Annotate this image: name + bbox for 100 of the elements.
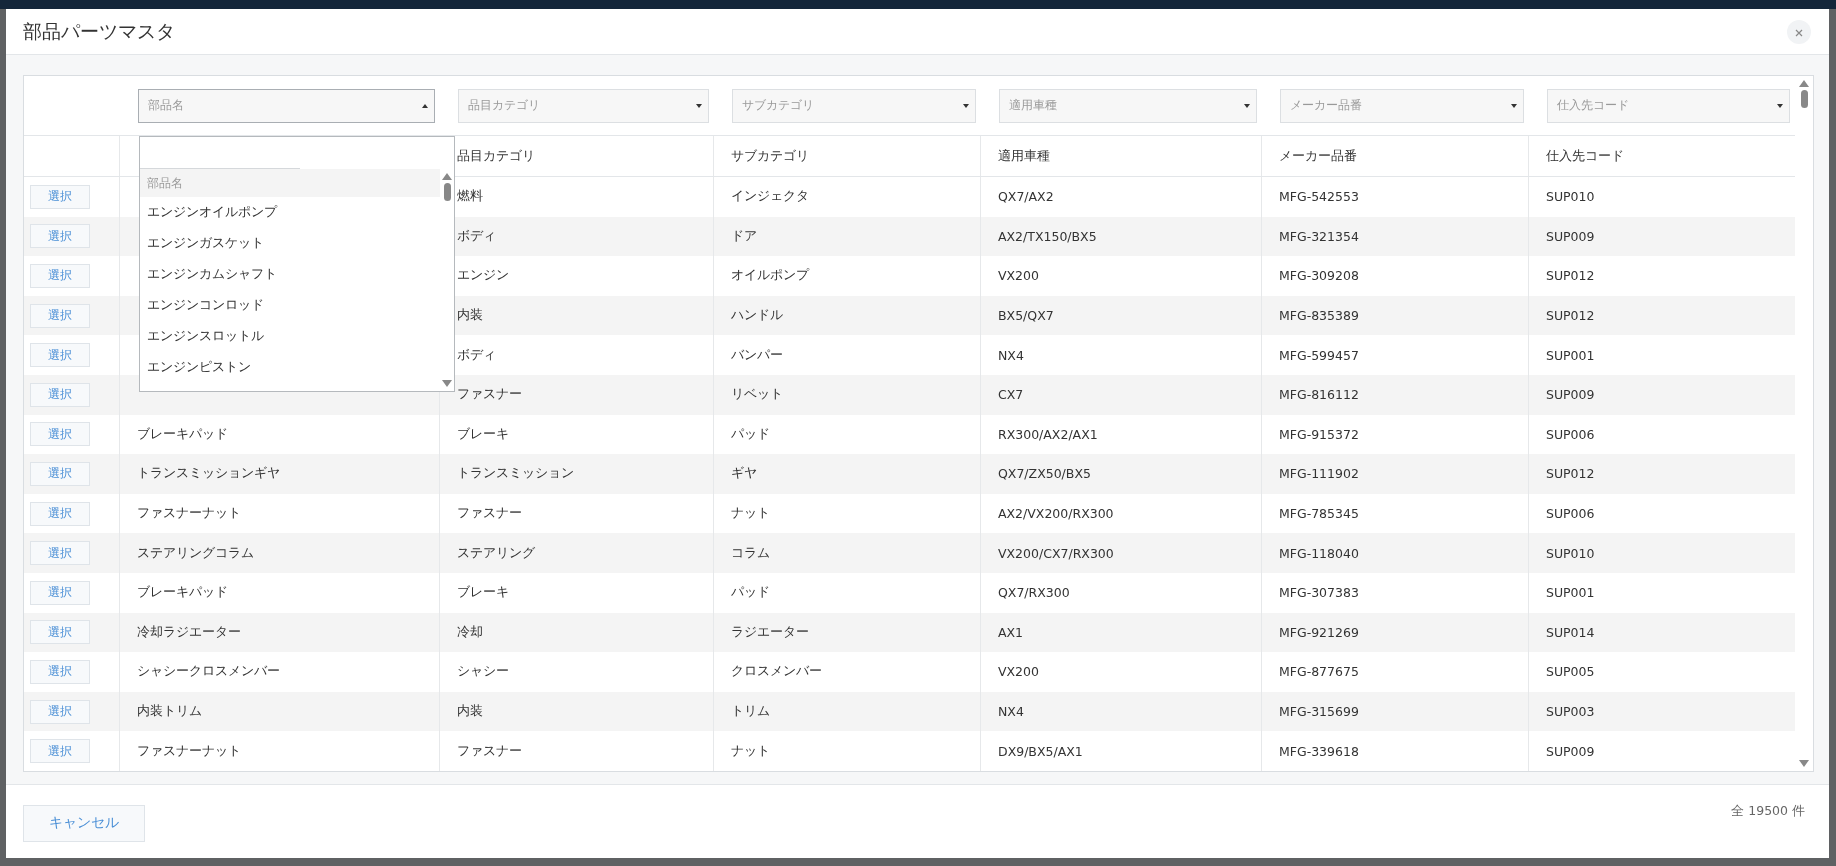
- table-cell: SUP012: [1546, 466, 1595, 482]
- table-cell: インジェクタ: [731, 188, 809, 206]
- table-cell: SUP001: [1546, 585, 1595, 601]
- dropdown-option[interactable]: エンジンピストン: [140, 352, 440, 383]
- table-cell: MFG-785345: [1279, 506, 1359, 522]
- select-button[interactable]: 選択: [30, 739, 90, 764]
- select-button[interactable]: 選択: [30, 422, 90, 447]
- table-cell: 燃料: [457, 188, 483, 206]
- caret-icon: [1511, 103, 1517, 108]
- dropdown-option[interactable]: エンジンカムシャフト: [140, 259, 440, 290]
- table-cell: MFG-321354: [1279, 228, 1359, 244]
- table-cell: MFG-339618: [1279, 743, 1359, 759]
- table-cell: SUP006: [1546, 506, 1595, 522]
- table-cell: MFG-542553: [1279, 189, 1359, 205]
- table-cell: SUP009: [1546, 387, 1595, 403]
- caret-icon: [1244, 103, 1250, 108]
- caret-icon: [963, 103, 969, 108]
- table-cell: SUP010: [1546, 545, 1595, 561]
- table-cell: MFG-599457: [1279, 347, 1359, 363]
- table-cell: QX7/ZX50/BX5: [998, 466, 1091, 482]
- table-cell: SUP009: [1546, 743, 1595, 759]
- filter-dropdown[interactable]: サブカテゴリ: [732, 88, 976, 123]
- table-cell: リベット: [731, 386, 783, 404]
- dropdown-option[interactable]: エンジンガスケット: [140, 228, 440, 259]
- table-cell: MFG-835389: [1279, 308, 1359, 324]
- dialog-title: 部品パーツマスタ: [23, 18, 175, 44]
- select-button[interactable]: 選択: [30, 659, 90, 684]
- table-cell: シャシー: [457, 663, 509, 681]
- table-cell: AX1: [998, 624, 1024, 640]
- table-cell: SUP001: [1546, 347, 1595, 363]
- total-count: 全 19500 件: [1731, 802, 1805, 820]
- table-cell: MFG-315699: [1279, 704, 1359, 719]
- table-cell: AX2/VX200/RX300: [998, 506, 1114, 522]
- column-header: 品目カテゴリ: [457, 147, 535, 165]
- table-cell: MFG-921269: [1279, 624, 1359, 640]
- table-cell: オイルポンプ: [731, 267, 809, 285]
- select-button[interactable]: 選択: [30, 343, 90, 368]
- table-cell: QX7/AX2: [998, 189, 1054, 205]
- table-cell: MFG-118040: [1279, 545, 1359, 561]
- dropdown-option[interactable]: エンジンオイルポンプ: [140, 197, 440, 228]
- filter-dropdown[interactable]: 品目カテゴリ: [458, 88, 709, 123]
- close-icon: [1795, 28, 1803, 37]
- table-cell: BX5/QX7: [998, 308, 1054, 324]
- select-button[interactable]: 選択: [30, 580, 90, 605]
- table-cell: パッド: [731, 425, 770, 443]
- dropdown-option[interactable]: 部品名: [140, 169, 440, 197]
- select-button[interactable]: 選択: [30, 620, 90, 645]
- table-cell: ナット: [731, 742, 770, 760]
- filter-dropdown[interactable]: 部品名: [138, 88, 435, 123]
- column-header: 適用車種: [998, 147, 1050, 165]
- table-cell: 冷却: [457, 623, 483, 641]
- table-cell: ギヤ: [731, 465, 757, 483]
- dropdown-option[interactable]: エンジンコンロッド: [140, 290, 440, 321]
- table-cell: シャシークロスメンバー: [137, 663, 280, 681]
- select-button[interactable]: 選択: [30, 501, 90, 526]
- caret-icon: [696, 103, 702, 108]
- table-cell: パッド: [731, 584, 770, 602]
- table-cell: MFG-877675: [1279, 664, 1359, 680]
- table-cell: SUP006: [1546, 426, 1595, 442]
- select-button[interactable]: 選択: [30, 461, 90, 486]
- table-cell: ファスナー: [457, 386, 522, 404]
- table-cell: 内装: [457, 703, 483, 720]
- table-cell: NX4: [998, 704, 1024, 719]
- table-cell: ラジエーター: [731, 623, 809, 641]
- table-cell: RX300/AX2/AX1: [998, 426, 1098, 442]
- select-button[interactable]: 選択: [30, 184, 90, 209]
- table-cell: 冷却ラジエーター: [137, 623, 241, 641]
- table-cell: ブレーキ: [457, 425, 509, 443]
- table-cell: SUP012: [1546, 268, 1595, 284]
- table-cell: QX7/RX300: [998, 585, 1070, 601]
- caret-icon: [1777, 103, 1783, 108]
- select-button[interactable]: 選択: [30, 382, 90, 407]
- table-cell: ハンドル: [731, 307, 783, 325]
- table-cell: トランスミッション: [457, 465, 574, 483]
- table-cell: クロスメンバー: [731, 663, 822, 681]
- cancel-button[interactable]: キャンセル: [23, 804, 145, 842]
- column-header: サブカテゴリ: [731, 147, 809, 165]
- select-button[interactable]: 選択: [30, 303, 90, 328]
- filter-dropdown[interactable]: 適用車種: [999, 88, 1257, 123]
- table-cell: SUP010: [1546, 189, 1595, 205]
- table-cell: ステアリングコラム: [137, 544, 254, 562]
- table-cell: トリム: [731, 703, 770, 720]
- select-button[interactable]: 選択: [30, 699, 90, 724]
- table-cell: VX200/CX7/RX300: [998, 545, 1114, 561]
- table-cell: トランスミッションギヤ: [137, 465, 280, 483]
- table-cell: SUP014: [1546, 624, 1595, 640]
- select-button[interactable]: 選択: [30, 541, 90, 566]
- dropdown-option[interactable]: エンジンスロットル: [140, 321, 440, 352]
- table-cell: ナット: [731, 505, 770, 523]
- select-button[interactable]: 選択: [30, 264, 90, 288]
- table-cell: CX7: [998, 387, 1024, 403]
- table-cell: VX200: [998, 268, 1039, 284]
- table-cell: SUP005: [1546, 664, 1595, 680]
- close-button[interactable]: [1787, 19, 1811, 44]
- caret-icon: [422, 103, 428, 108]
- filter-dropdown[interactable]: 仕入先コード: [1547, 88, 1790, 123]
- filter-dropdown[interactable]: メーカー品番: [1280, 88, 1524, 123]
- select-button[interactable]: 選択: [30, 224, 90, 249]
- table-cell: ファスナー: [457, 505, 522, 523]
- table-cell: ブレーキパッド: [137, 425, 228, 443]
